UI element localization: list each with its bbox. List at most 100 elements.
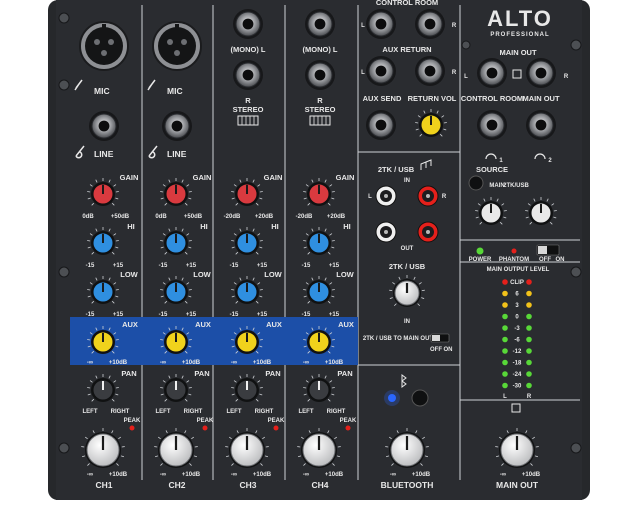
meter-label: CLIP [510, 280, 524, 286]
stereo-left-label: (MONO) L [231, 45, 266, 54]
two-tk-to-main-label: 2TK / USB TO MAIN OUT [363, 336, 434, 342]
mixer-front-panel: ALTO PROFESSIONAL MICLINEGAIN0dB+50dBHI-… [0, 0, 640, 500]
pan-left: LEFT [156, 409, 171, 415]
phantom-label: PHANTOM [499, 257, 529, 263]
low-label: LOW [264, 270, 282, 279]
meter-label: -18 [513, 361, 522, 367]
stereo-right-jack[interactable] [233, 60, 263, 90]
gain-max: +20dB [255, 214, 274, 220]
pan-right: RIGHT [327, 409, 346, 415]
peak-label: PEAK [197, 418, 214, 424]
hi-min: -15 [159, 263, 168, 269]
stereo-left-jack[interactable] [305, 9, 335, 39]
brand-tagline: PROFESSIONAL [490, 32, 549, 38]
meter-label: -6 [514, 338, 520, 344]
meter-led-left [502, 383, 508, 389]
rca-out-left-jack[interactable] [376, 222, 396, 242]
return-vol-label: RETURN VOL [408, 94, 457, 103]
hi-max: +15 [186, 263, 197, 269]
cr-r-label: R [452, 23, 457, 29]
channel-name: CH4 [311, 480, 328, 490]
mic-label: MIC [94, 86, 110, 96]
mo-l-label: L [464, 74, 468, 80]
aux-label: AUX [195, 320, 211, 329]
meter-led-right [526, 371, 532, 377]
rca-in-right-jack[interactable] [418, 186, 438, 206]
peak-led [203, 426, 208, 431]
meter-led-left [502, 348, 508, 354]
rca-out-right-jack[interactable] [418, 222, 438, 242]
stereo-right-jack[interactable] [305, 60, 335, 90]
bluetooth-pair-button[interactable] [412, 390, 428, 406]
peak-led [274, 426, 279, 431]
bluetooth-label: BLUETOOTH [381, 480, 434, 490]
pan-left: LEFT [83, 409, 98, 415]
power-label: POWER [469, 257, 492, 263]
pan-left: LEFT [299, 409, 314, 415]
mic-xlr-input[interactable] [80, 22, 128, 70]
hi-min: -15 [230, 263, 239, 269]
source-select-button[interactable] [469, 176, 483, 190]
phones-1-jack[interactable] [477, 110, 507, 140]
two-tk-in-label: IN [404, 319, 410, 325]
pan-right: RIGHT [111, 409, 130, 415]
hi-label: HI [343, 222, 351, 231]
phones-2-jack[interactable] [526, 110, 556, 140]
channel-name: CH2 [168, 480, 185, 490]
gain-max: +50dB [184, 214, 203, 220]
peak-led [346, 426, 351, 431]
stereo-right-label: R [245, 96, 251, 105]
aux-max: +10dB [182, 360, 201, 366]
aux-send-jack[interactable] [366, 110, 396, 140]
main-out-top-label: MAIN OUT [499, 48, 536, 57]
control-room-right-jack[interactable] [415, 9, 445, 39]
main-out-right-jack[interactable] [526, 58, 556, 88]
on-label: ON [444, 347, 453, 353]
rca-out-label: OUT [401, 246, 414, 252]
meter-led-left [502, 314, 508, 320]
rca-in-left-jack[interactable] [376, 186, 396, 206]
meter-l-label: L [503, 394, 507, 400]
aux-max: +10dB [109, 360, 128, 366]
low-max: +15 [257, 312, 268, 318]
gain-min: 0dB [82, 214, 94, 220]
cr-l-label: L [361, 23, 365, 29]
meter-led-left [502, 371, 508, 377]
pan-label: PAN [337, 369, 352, 378]
gain-label: GAIN [336, 173, 355, 182]
mic-label: MIC [167, 86, 183, 96]
control-room-left-jack[interactable] [366, 9, 396, 39]
two-tk-to-main-switch[interactable] [431, 334, 449, 342]
level-min: -∞ [231, 472, 237, 478]
meter-label: -24 [513, 372, 522, 378]
main-out-left-jack[interactable] [477, 58, 507, 88]
meter-led-right [526, 348, 532, 354]
level-max: +10dB [182, 472, 201, 478]
channel-name: CH1 [95, 480, 112, 490]
ar-r-label: R [452, 70, 457, 76]
aux-send-label: AUX SEND [363, 94, 402, 103]
bluetooth-glow [384, 390, 400, 406]
gain-min: -20dB [224, 214, 241, 220]
level-min: -∞ [87, 472, 93, 478]
peak-label: PEAK [268, 418, 285, 424]
phantom-on-label: ON [556, 257, 565, 263]
channel-name: CH3 [239, 480, 256, 490]
stereo-left-jack[interactable] [233, 9, 263, 39]
meter-label: -30 [513, 384, 522, 390]
main-level-min: -∞ [500, 472, 506, 478]
off-label: OFF [430, 347, 442, 353]
aux-return-left-jack[interactable] [366, 56, 396, 86]
meter-label: -3 [514, 326, 520, 332]
aux-return-right-jack[interactable] [415, 56, 445, 86]
main-level-max: +10dB [522, 472, 541, 478]
main-out-phones-label: MAIN OUT [522, 94, 559, 103]
main-out-knob-label: MAIN OUT [496, 480, 539, 490]
phantom-power-switch[interactable] [537, 245, 559, 255]
line-input-jack[interactable] [162, 111, 192, 141]
line-input-jack[interactable] [89, 111, 119, 141]
low-max: +15 [186, 312, 197, 318]
gain-min: 0dB [155, 214, 167, 220]
low-min: -15 [159, 312, 168, 318]
mic-xlr-input[interactable] [153, 22, 201, 70]
